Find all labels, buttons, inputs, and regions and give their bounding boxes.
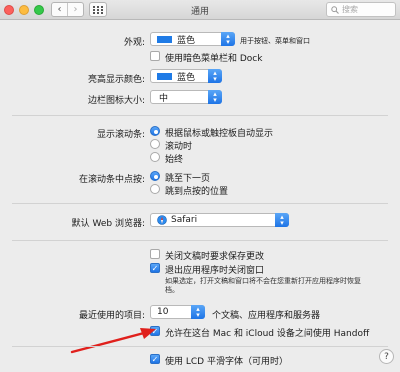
close-windows-label: 退出应用程序时关闭窗口	[165, 266, 265, 276]
separator	[12, 115, 388, 116]
grid-icon	[93, 5, 103, 14]
popup-arrows-icon: ▴ ▾	[221, 32, 235, 46]
jump-next-page-radio[interactable]	[150, 171, 160, 181]
recent-items-popup[interactable]: 10 ▴ ▾	[150, 305, 205, 319]
sidebar-icon-popup[interactable]: 中 ▴ ▾	[150, 90, 222, 104]
separator	[12, 203, 388, 204]
toolbar: ‹ › 通用 搜索	[0, 0, 400, 20]
ask-save-label: 关闭文稿时要求保存更改	[165, 252, 265, 262]
handoff-label: 允许在这台 Mac 和 iCloud 设备之间使用 Handoff	[165, 329, 370, 339]
lcd-smoothing-label: 使用 LCD 平滑字体（可用时）	[165, 357, 288, 367]
popup-arrows-icon: ▴ ▾	[275, 213, 289, 227]
highlight-value: 蓝色	[177, 72, 196, 83]
close-windows-note: 如果选定，打开文稿和窗口将不会在您重新打开应用程序时恢复	[165, 277, 361, 285]
appearance-value: 蓝色	[177, 35, 196, 46]
appearance-hint: 用于按钮、菜单和窗口	[240, 37, 310, 45]
sidebar-icon-label: 边栏图标大小:	[87, 96, 145, 106]
minimize-window-button[interactable]	[19, 5, 29, 15]
question-mark-icon: ?	[384, 351, 389, 362]
ask-save-checkbox[interactable]	[150, 249, 160, 259]
zoom-window-button[interactable]	[34, 5, 44, 15]
popup-arrows-icon: ▴ ▾	[208, 69, 222, 83]
click-scrollbar-label: 在滚动条中点按:	[78, 175, 145, 185]
search-icon	[331, 5, 339, 14]
scrollbars-label: 显示滚动条:	[96, 130, 145, 140]
jump-to-spot-label: 跳到点按的位置	[165, 187, 229, 197]
jump-to-spot-radio[interactable]	[150, 184, 160, 194]
scrollbars-always-radio[interactable]	[150, 152, 160, 162]
lcd-smoothing-checkbox[interactable]: ✓	[150, 354, 160, 364]
blue-swatch	[157, 35, 172, 43]
dark-menu-checkbox[interactable]	[150, 51, 160, 61]
forward-button[interactable]: ›	[67, 3, 83, 16]
sidebar-icon-value: 中	[159, 93, 169, 104]
jump-next-page-label: 跳至下一页	[165, 174, 211, 184]
navigation-buttons: ‹ ›	[51, 2, 84, 17]
red-arrow-annotation	[70, 328, 156, 354]
blue-swatch	[157, 72, 172, 80]
window-title: 通用	[190, 7, 209, 17]
scrollbars-auto-radio[interactable]	[150, 126, 160, 136]
back-button[interactable]: ‹	[52, 3, 67, 16]
close-windows-checkbox[interactable]: ✓	[150, 263, 160, 273]
highlight-popup[interactable]: 蓝色 ▴ ▾	[150, 69, 222, 83]
default-browser-label: 默认 Web 浏览器:	[71, 219, 145, 229]
appearance-popup[interactable]: 蓝色 ▴ ▾	[150, 32, 235, 46]
safari-icon	[157, 215, 167, 225]
dark-menu-label: 使用暗色菜单栏和 Dock	[165, 54, 263, 64]
preferences-window: ‹ › 通用 搜索 外观: 蓝色 ▴ ▾ 用于按钮、菜单和窗口 使用暗色菜单栏和…	[0, 0, 400, 372]
recent-items-label: 最近使用的项目:	[78, 311, 145, 321]
highlight-label: 亮高显示颜色:	[87, 75, 145, 85]
close-window-button[interactable]	[4, 5, 14, 15]
show-all-button[interactable]	[89, 2, 107, 17]
default-browser-popup[interactable]: Safari ▴ ▾	[150, 213, 289, 227]
search-placeholder: 搜索	[342, 5, 358, 14]
recent-items-value: 10	[157, 307, 169, 317]
scrollbars-scrolling-label: 滚动时	[165, 142, 193, 152]
popup-arrows-icon: ▴ ▾	[208, 90, 222, 104]
search-field[interactable]: 搜索	[326, 2, 396, 17]
scrollbars-auto-label: 根据鼠标或触控板自动显示	[165, 129, 274, 139]
separator	[12, 346, 388, 347]
help-button[interactable]: ?	[379, 349, 394, 364]
default-browser-value: Safari	[171, 215, 198, 225]
separator	[12, 240, 388, 241]
popup-arrows-icon: ▴ ▾	[191, 305, 205, 319]
appearance-label: 外观:	[123, 38, 145, 48]
scrollbars-always-label: 始终	[165, 155, 184, 165]
close-windows-note-line2: 档。	[165, 286, 179, 294]
scrollbars-scrolling-radio[interactable]	[150, 139, 160, 149]
recent-items-suffix: 个文稿、应用程序和服务器	[212, 311, 321, 321]
